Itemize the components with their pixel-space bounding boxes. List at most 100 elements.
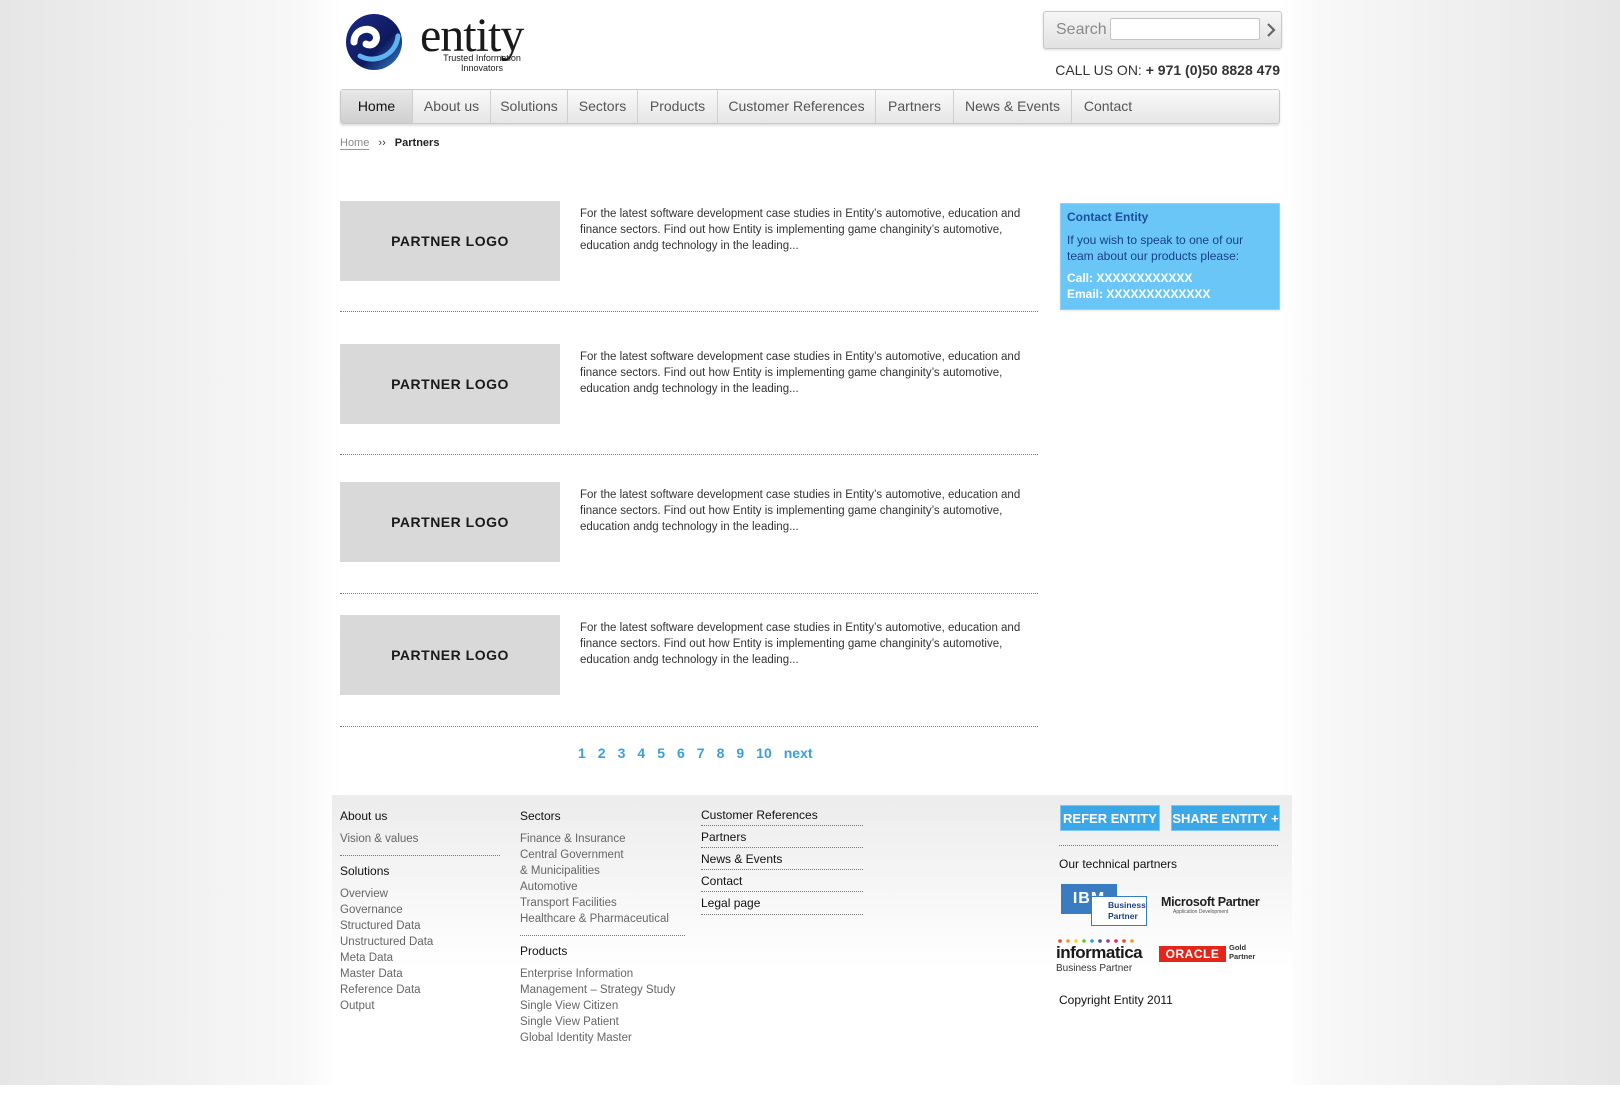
row-divider [340, 454, 1038, 455]
partner-logo-placeholder[interactable]: PARTNER LOGO [340, 482, 560, 562]
footer: About us Vision & values Solutions Overv… [332, 795, 1292, 1085]
footer-divider [701, 891, 863, 892]
oracle-badge-subtitle: Gold Partner [1229, 943, 1256, 961]
footer-heading-solutions[interactable]: Solutions [340, 864, 500, 878]
page-link-8[interactable]: 8 [717, 745, 725, 761]
footer-col-sectors-products: Sectors Finance & Insurance Central Gove… [520, 809, 685, 1046]
search-label: Search [1056, 21, 1107, 38]
page-link-next[interactable]: next [784, 745, 813, 761]
footer-link[interactable]: Automotive [520, 879, 685, 895]
footer-link-partners[interactable]: Partners [701, 830, 863, 844]
breadcrumb: Home ›› Partners [340, 137, 439, 150]
footer-link-contact[interactable]: Contact [701, 874, 863, 888]
nav-item-sectors[interactable]: Sectors [568, 90, 638, 123]
footer-divider [701, 825, 863, 826]
partner-logo-placeholder[interactable]: PARTNER LOGO [340, 615, 560, 695]
page-link-5[interactable]: 5 [657, 745, 665, 761]
share-entity-button[interactable]: SHARE ENTITY + [1171, 805, 1280, 831]
footer-link[interactable]: Global Identity Master [520, 1030, 685, 1046]
partner-description: For the latest software development case… [580, 489, 1021, 533]
footer-link-customer-references[interactable]: Customer References [701, 808, 863, 822]
informatica-badge-subtitle: Business Partner [1056, 963, 1133, 974]
contact-box-call: Call: XXXXXXXXXXXX [1067, 271, 1193, 285]
microsoft-badge-subtitle: Application Development [1173, 909, 1229, 915]
copyright: Copyright Entity 2011 [1059, 993, 1173, 1007]
contact-box-title: Contact Entity [1067, 210, 1149, 224]
ibm-business-partner-badge: IBM Business Partner [1061, 884, 1149, 926]
informatica-business-partner-badge: informatica Business Partner [1056, 938, 1156, 974]
footer-link[interactable]: Reference Data [340, 982, 500, 998]
page-link-3[interactable]: 3 [618, 745, 626, 761]
partner-logo-placeholder[interactable]: PARTNER LOGO [340, 344, 560, 424]
contact-entity-box: Contact Entity If you wish to speak to o… [1060, 203, 1280, 310]
footer-link[interactable]: Vision & values [340, 831, 500, 847]
page-link-1[interactable]: 1 [578, 745, 586, 761]
footer-link[interactable]: Unstructured Data [340, 934, 500, 950]
footer-divider [340, 855, 500, 856]
footer-link[interactable]: Governance [340, 902, 500, 918]
microsoft-partner-badge: Microsoft Partner Application Developmen… [1161, 895, 1281, 919]
chevron-right-icon [1267, 23, 1276, 37]
nav-item-partners[interactable]: Partners [876, 90, 954, 123]
footer-link[interactable]: Overview [340, 886, 500, 902]
tech-partners-heading: Our technical partners [1059, 857, 1178, 871]
row-divider [340, 311, 1038, 312]
footer-link[interactable]: Meta Data [340, 950, 500, 966]
nav-item-contact[interactable]: Contact [1072, 90, 1144, 123]
ibm-badge-subtitle: Business Partner [1091, 896, 1147, 926]
call-us: CALL US ON: + 971 (0)50 8828 479 [1055, 62, 1280, 78]
footer-link[interactable]: Output [340, 998, 500, 1014]
footer-link[interactable]: Healthcare & Pharmaceutical [520, 911, 685, 927]
oracle-gold-partner-badge: ORACLE Gold Partner [1159, 943, 1259, 968]
search-input[interactable] [1110, 18, 1260, 40]
footer-link[interactable]: Master Data [340, 966, 500, 982]
footer-link[interactable]: Single View Citizen [520, 998, 685, 1014]
entity-logo[interactable]: entity Trusted Information Innovators [340, 10, 550, 74]
microsoft-badge-title: Microsoft Partner [1161, 895, 1260, 909]
refer-entity-button[interactable]: REFER ENTITY [1060, 805, 1160, 831]
search-box: Search [1043, 11, 1282, 49]
nav-item-home[interactable]: Home [341, 90, 413, 123]
footer-link[interactable]: Structured Data [340, 918, 500, 934]
footer-divider [701, 847, 863, 848]
footer-link[interactable]: Transport Facilities [520, 895, 685, 911]
footer-col-about-solutions: About us Vision & values Solutions Overv… [340, 809, 500, 1014]
row-divider [340, 593, 1038, 594]
footer-link[interactable]: & Municipalities [520, 863, 685, 879]
page-link-9[interactable]: 9 [736, 745, 744, 761]
nav-item-customer-references[interactable]: Customer References [718, 90, 876, 123]
page-link-7[interactable]: 7 [697, 745, 705, 761]
footer-link-legal-page[interactable]: Legal page [701, 896, 863, 910]
nav-item-news-events[interactable]: News & Events [954, 90, 1072, 123]
nav-item-solutions[interactable]: Solutions [491, 90, 568, 123]
informatica-badge-title: informatica [1056, 943, 1143, 962]
call-number: + 971 (0)50 8828 479 [1145, 62, 1280, 78]
contact-box-email: Email: XXXXXXXXXXXXX [1067, 287, 1211, 301]
footer-link[interactable]: Enterprise Information [520, 966, 685, 982]
oracle-badge-mark: ORACLE [1159, 946, 1226, 962]
page-link-2[interactable]: 2 [598, 745, 606, 761]
footer-link[interactable]: Management – Strategy Study [520, 982, 685, 998]
logo-tagline-line-2: Innovators [460, 63, 504, 73]
footer-link[interactable]: Finance & Insurance [520, 831, 685, 847]
search-button[interactable] [1263, 18, 1279, 42]
footer-link[interactable]: Single View Patient [520, 1014, 685, 1030]
footer-heading-sectors[interactable]: Sectors [520, 809, 685, 823]
partner-description: For the latest software development case… [580, 622, 1021, 666]
page-link-4[interactable]: 4 [637, 745, 645, 761]
footer-heading-about-us[interactable]: About us [340, 809, 500, 823]
breadcrumb-home-link[interactable]: Home [340, 137, 370, 150]
footer-divider [701, 869, 863, 870]
page-link-10[interactable]: 10 [756, 745, 772, 761]
page-link-6[interactable]: 6 [677, 745, 685, 761]
pagination: 1 2 3 4 5 6 7 8 9 10 next [578, 745, 825, 761]
partner-logo-placeholder[interactable]: PARTNER LOGO [340, 201, 560, 281]
contact-box-body: If you wish to speak to one of our team … [1067, 233, 1244, 263]
footer-link-news-events[interactable]: News & Events [701, 852, 863, 866]
call-label: CALL US ON: [1055, 62, 1142, 78]
breadcrumb-separator: ›› [378, 137, 386, 149]
footer-heading-products[interactable]: Products [520, 944, 685, 958]
nav-item-products[interactable]: Products [638, 90, 718, 123]
nav-item-about-us[interactable]: About us [413, 90, 491, 123]
footer-link[interactable]: Central Government [520, 847, 685, 863]
